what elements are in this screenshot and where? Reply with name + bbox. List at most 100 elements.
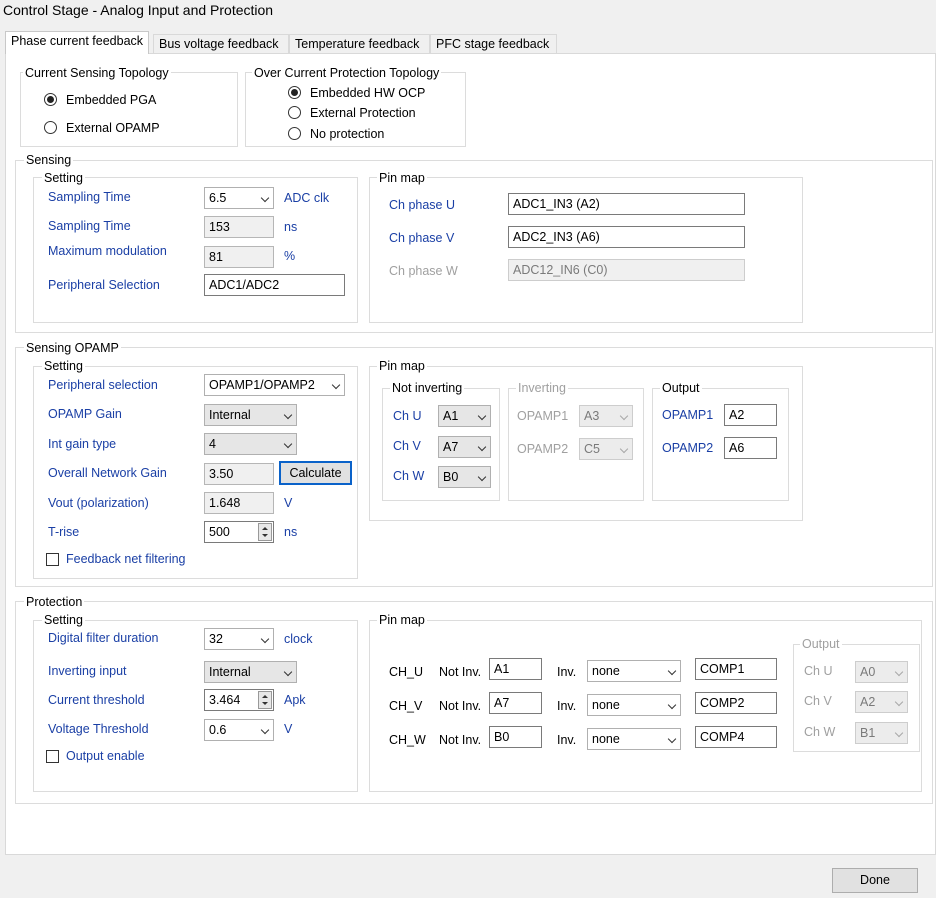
prot-row-w-inv-value: none: [592, 732, 620, 746]
ch-phase-w-field: ADC12_IN6 (C0): [508, 259, 745, 281]
max-modulation-label: Maximum modulation: [48, 244, 167, 258]
ni-ch-u-select[interactable]: A1: [438, 405, 491, 427]
calculate-button[interactable]: Calculate: [279, 461, 352, 485]
opamp-peripheral-select[interactable]: OPAMP1/OPAMP2: [204, 374, 345, 396]
embedded-pga-radio[interactable]: [44, 93, 57, 106]
prot-row-v-inv-select[interactable]: none: [587, 694, 681, 716]
external-opamp-radio[interactable]: [44, 121, 57, 134]
trise-spinner[interactable]: 500: [204, 521, 274, 543]
embedded-hw-ocp-radio[interactable]: [288, 86, 301, 99]
inv-opamp2-select: C5: [579, 438, 633, 460]
protection-setting-label: Setting: [42, 613, 85, 627]
spin-arrows-icon[interactable]: [258, 523, 272, 541]
opamp-peripheral-label: Peripheral selection: [48, 378, 158, 392]
inv-opamp2-label: OPAMP2: [517, 442, 569, 456]
chevron-down-icon: [477, 442, 487, 452]
inverting-input-value: Internal: [209, 665, 251, 679]
opamp-peripheral-value: OPAMP1/OPAMP2: [209, 378, 315, 392]
inverting-label: Inverting: [516, 381, 568, 395]
current-threshold-label: Current threshold: [48, 693, 145, 707]
prot-row-w-ch: CH_W: [389, 733, 426, 747]
voltage-threshold-select[interactable]: 0.6: [204, 719, 274, 741]
opamp-gain-value: Internal: [209, 408, 251, 422]
output-enable-checkbox[interactable]: [46, 750, 59, 763]
prot-row-w-comp-field[interactable]: COMP4: [695, 726, 777, 748]
ch-phase-u-label: Ch phase U: [389, 198, 456, 212]
inverting-input-label: Inverting input: [48, 664, 127, 678]
external-opamp-label: External OPAMP: [66, 121, 160, 135]
chevron-down-icon: [331, 380, 341, 390]
done-button[interactable]: Done: [832, 868, 918, 893]
prot-row-w-inv-label: Inv.: [557, 733, 577, 747]
ch-phase-v-field[interactable]: ADC2_IN3 (A6): [508, 226, 745, 248]
sensing-label: Sensing: [24, 153, 74, 167]
tab-pfc-stage-feedback[interactable]: PFC stage feedback: [430, 34, 557, 54]
int-gain-type-select[interactable]: 4: [204, 433, 297, 455]
sensing-pinmap-label: Pin map: [377, 171, 427, 185]
int-gain-type-value: 4: [209, 437, 216, 451]
prot-out-u-label: Ch U: [804, 664, 833, 678]
sampling-time-value: 6.5: [209, 191, 227, 205]
current-sensing-topology-label: Current Sensing Topology: [23, 66, 171, 80]
prot-row-v-comp-field[interactable]: COMP2: [695, 692, 777, 714]
digital-filter-select[interactable]: 32: [204, 628, 274, 650]
max-modulation-field: 81: [204, 246, 274, 268]
embedded-pga-label: Embedded PGA: [66, 93, 157, 107]
prot-row-v-not-inv-label: Not Inv.: [439, 699, 482, 713]
prot-row-u-inv-select[interactable]: none: [587, 660, 681, 682]
inv-opamp1-value: A3: [584, 409, 600, 423]
prot-row-w-not-inv-field[interactable]: B0: [489, 726, 542, 748]
out-opamp1-field[interactable]: A2: [724, 404, 777, 426]
vout-unit: V: [284, 496, 293, 510]
ch-phase-u-field[interactable]: ADC1_IN3 (A2): [508, 193, 745, 215]
current-threshold-unit: Apk: [284, 693, 306, 707]
prot-out-w-label: Ch W: [804, 725, 836, 739]
tab-temperature-feedback[interactable]: Temperature feedback: [289, 34, 430, 54]
inv-opamp1-label: OPAMP1: [517, 409, 569, 423]
feedback-net-filtering-checkbox[interactable]: [46, 553, 59, 566]
chevron-down-icon: [894, 728, 904, 738]
voltage-threshold-label: Voltage Threshold: [48, 722, 149, 736]
current-threshold-spinner[interactable]: 3.464: [204, 689, 274, 711]
external-protection-radio[interactable]: [288, 106, 301, 119]
digital-filter-value: 32: [209, 632, 223, 646]
prot-row-w-inv-select[interactable]: none: [587, 728, 681, 750]
peripheral-selection-label: Peripheral Selection: [48, 278, 160, 292]
voltage-threshold-unit: V: [284, 722, 293, 736]
max-modulation-unit: %: [284, 249, 296, 263]
sampling-time-ns-unit: ns: [284, 220, 298, 234]
trise-unit: ns: [284, 525, 298, 539]
prot-row-u-inv-value: none: [592, 664, 620, 678]
prot-row-u-not-inv-field[interactable]: A1: [489, 658, 542, 680]
ni-ch-w-select[interactable]: B0: [438, 466, 491, 488]
chevron-down-icon: [283, 410, 293, 420]
overall-network-gain-field: 3.50: [204, 463, 274, 485]
embedded-hw-ocp-label: Embedded HW OCP: [310, 86, 426, 100]
peripheral-selection-field[interactable]: ADC1/ADC2: [204, 274, 345, 296]
prot-row-u-ch: CH_U: [389, 665, 424, 679]
opamp-gain-select[interactable]: Internal: [204, 404, 297, 426]
prot-out-u-select: A0: [855, 661, 908, 683]
ni-ch-v-value: A7: [443, 440, 459, 454]
voltage-threshold-value: 0.6: [209, 723, 227, 737]
trise-value: 500: [209, 525, 230, 539]
sampling-time-label: Sampling Time: [48, 190, 131, 204]
tab-phase-current-feedback[interactable]: Phase current feedback: [5, 31, 149, 54]
chevron-down-icon: [667, 666, 677, 676]
prot-row-u-comp-field[interactable]: COMP1: [695, 658, 777, 680]
tab-bus-voltage-feedback[interactable]: Bus voltage feedback: [153, 34, 289, 54]
chevron-down-icon: [667, 734, 677, 744]
opamp-setting-label: Setting: [42, 359, 85, 373]
sampling-time-select[interactable]: 6.5: [204, 187, 274, 209]
protection-pinmap-label: Pin map: [377, 613, 427, 627]
ni-ch-v-select[interactable]: A7: [438, 436, 491, 458]
chevron-down-icon: [260, 725, 270, 735]
ch-phase-w-label: Ch phase W: [389, 264, 458, 278]
prot-out-v-select: A2: [855, 691, 908, 713]
no-protection-radio[interactable]: [288, 127, 301, 140]
out-opamp2-field[interactable]: A6: [724, 437, 777, 459]
prot-row-v-not-inv-field[interactable]: A7: [489, 692, 542, 714]
inverting-input-select[interactable]: Internal: [204, 661, 297, 683]
trise-label: T-rise: [48, 525, 80, 539]
spin-arrows-icon[interactable]: [258, 691, 272, 709]
